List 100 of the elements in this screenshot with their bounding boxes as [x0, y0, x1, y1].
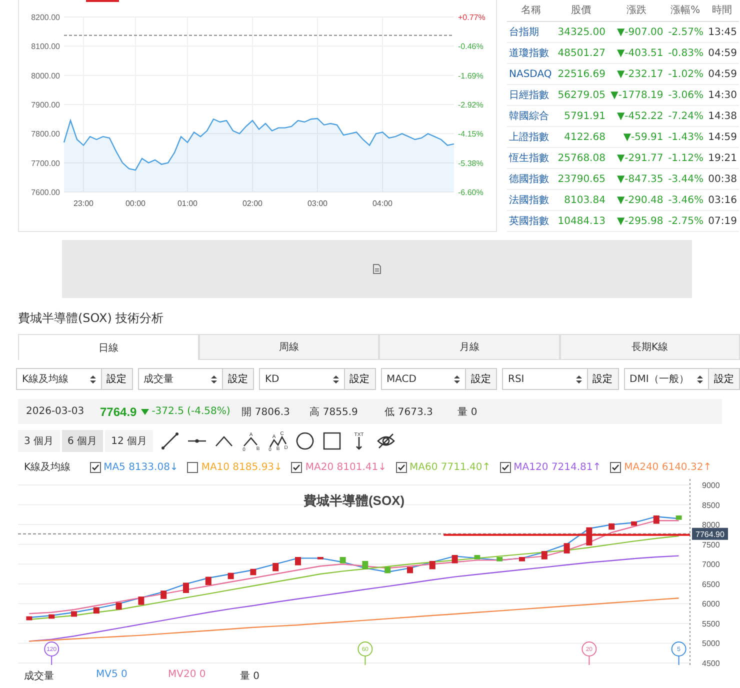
indicator-select[interactable]: RSI [502, 368, 588, 390]
candlestick [362, 560, 368, 570]
active-tab-underline [86, 0, 119, 2]
axis-label: 7800.00 [31, 130, 60, 139]
table-cell: 23790.65 [554, 168, 608, 190]
index-name-link[interactable]: 台指期 [507, 22, 555, 42]
legend-label: MA10 8185.93↓ [201, 462, 282, 472]
indicator-select[interactable]: KD [259, 368, 344, 390]
index-name-link[interactable]: 德國指數 [507, 168, 555, 190]
table-cell: -1.43% [665, 126, 706, 148]
candlestick [586, 527, 592, 546]
volume-label: MV20 0 [168, 669, 207, 682]
table-cell: 4122.68 [554, 126, 608, 148]
column-header: 股價 [554, 0, 608, 22]
axis-label: 5000 [702, 639, 720, 648]
axis-label: -0.46% [458, 42, 484, 52]
checkbox[interactable] [610, 462, 622, 472]
candlestick [48, 614, 55, 619]
table-cell: 00:38 [705, 168, 739, 190]
checkbox[interactable] [291, 462, 302, 472]
legend-label: MA240 6140.32↑ [624, 462, 712, 472]
index-name-link[interactable]: 法國指數 [507, 190, 555, 210]
index-name-link[interactable]: 英國指數 [507, 210, 555, 232]
period-button[interactable]: 6 個月 [62, 430, 104, 452]
candlestick [205, 576, 212, 586]
select-value: RSI [508, 374, 524, 384]
axis-label: 8200.00 [31, 13, 60, 22]
legend-label: MA5 8133.08↓ [104, 462, 178, 472]
period-button[interactable]: 3 個月 [18, 430, 60, 452]
table-cell: ▼-1778.19 [607, 84, 666, 106]
candlestick [608, 523, 615, 530]
table-cell: 5791.91 [554, 106, 608, 126]
updown-arrow-icon [90, 374, 96, 384]
table-cell: ▼-403.51 [607, 42, 666, 64]
image-icon [373, 264, 381, 274]
quote-date: 2026-03-03 [26, 406, 86, 417]
axis-label: 7500 [702, 540, 720, 550]
axis-label: 8500 [702, 500, 720, 510]
table-cell: ▼-847.35 [607, 168, 666, 190]
settings-button[interactable]: 設定 [344, 368, 376, 390]
table-cell: ▼-232.17 [607, 64, 666, 84]
axis-label: 03:00 [307, 199, 328, 208]
axis-label: 6500 [702, 580, 720, 589]
table-cell: 10484.13 [554, 210, 608, 232]
table-cell: -1.02% [665, 64, 706, 84]
index-name-link[interactable]: 日經指數 [507, 84, 555, 106]
index-name-link[interactable]: 道瓊指數 [507, 42, 555, 64]
table-cell: ▼-291.77 [607, 148, 666, 168]
tab[interactable]: 長期K線 [560, 334, 740, 359]
column-header: 名稱 [507, 0, 555, 22]
checkbox[interactable] [396, 462, 407, 472]
tab[interactable]: 月線 [379, 334, 560, 359]
index-name-link[interactable]: NASDAQ [507, 64, 555, 84]
candlestick [474, 555, 480, 560]
candlestick [631, 521, 637, 526]
settings-button[interactable]: 設定 [709, 368, 740, 390]
updown-arrow-icon [576, 374, 582, 384]
candlestick [183, 582, 189, 593]
axis-label: 8000.00 [31, 71, 60, 80]
index-name-link[interactable]: 恆生指數 [507, 148, 555, 168]
indicator-select[interactable]: K線及均線 [16, 368, 102, 390]
checkbox[interactable] [500, 462, 511, 472]
settings-button[interactable]: 設定 [223, 368, 254, 390]
table-cell: 03:16 [705, 190, 739, 210]
down-triangle-icon [140, 408, 149, 414]
candlestick [452, 555, 458, 564]
table-cell: -3.06% [665, 84, 706, 106]
trend-line-icon[interactable] [160, 430, 180, 450]
settings-button[interactable]: 設定 [102, 368, 132, 390]
axis-label: 5500 [702, 619, 720, 628]
eye-slash-icon[interactable] [376, 430, 396, 450]
settings-button[interactable]: 設定 [588, 368, 618, 390]
table-cell: 14:38 [705, 106, 739, 126]
table-cell: -7.24% [665, 106, 706, 126]
index-name-link[interactable]: 上證指數 [507, 126, 555, 148]
tab[interactable]: 周線 [198, 334, 379, 359]
table-cell: 04:59 [705, 42, 739, 64]
indicator-select[interactable]: 成交量 [138, 368, 223, 390]
period-button[interactable]: 12 個月 [105, 430, 153, 452]
settings-button[interactable]: 設定 [466, 368, 497, 390]
table-cell: 14:30 [705, 84, 739, 106]
table-cell: 34325.00 [554, 22, 608, 42]
legend-label: MA20 8101.41↓ [305, 462, 387, 472]
axis-label: 01:00 [177, 199, 198, 208]
table-cell: -3.46% [665, 190, 706, 210]
axis-label: 8100.00 [31, 42, 60, 52]
table-cell: 04:59 [705, 64, 739, 84]
table-cell: 14:59 [705, 126, 739, 148]
checkbox[interactable] [187, 462, 198, 472]
candlestick [71, 611, 77, 617]
square-icon[interactable] [322, 430, 342, 450]
table-cell: 25768.08 [554, 148, 608, 168]
table-cell: -2.75% [665, 210, 706, 232]
candlestick [250, 568, 256, 576]
indicator-select[interactable]: MACD [380, 368, 466, 390]
checkbox[interactable] [90, 462, 101, 472]
index-name-link[interactable]: 韓國綜合 [507, 106, 555, 126]
indicator-select[interactable]: DMI（一般） [624, 368, 709, 390]
open-price: 開 7806.3 [242, 406, 291, 418]
tab[interactable]: 日線 [18, 334, 198, 360]
